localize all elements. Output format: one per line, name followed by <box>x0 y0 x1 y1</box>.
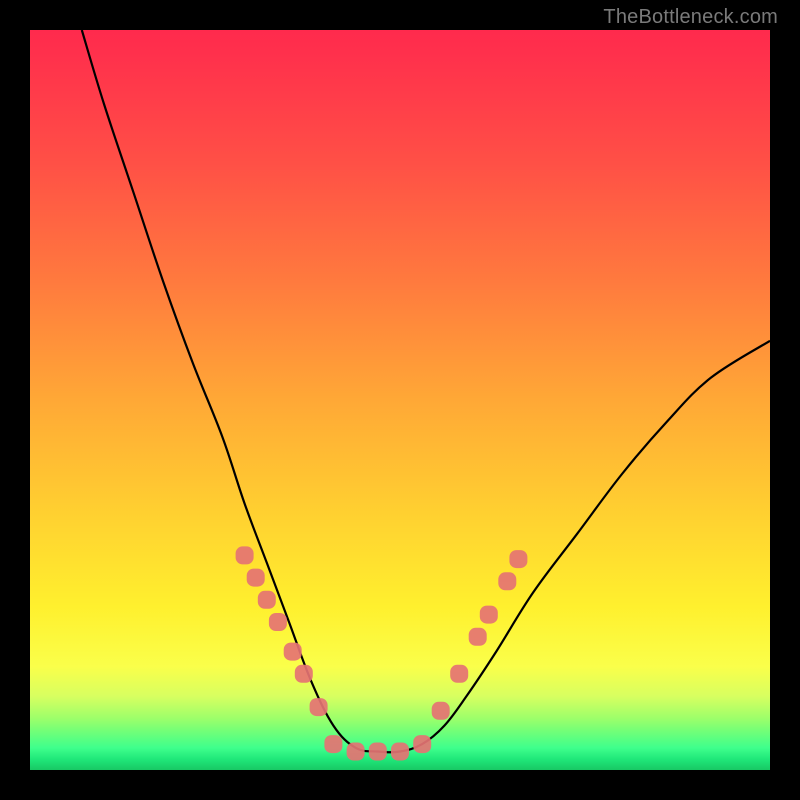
curve-marker <box>498 572 516 590</box>
curve-marker <box>258 591 276 609</box>
curve-marker <box>469 628 487 646</box>
curve-marker <box>413 735 431 753</box>
curve-marker <box>450 665 468 683</box>
curve-marker <box>236 546 254 564</box>
curve-marker <box>432 702 450 720</box>
curve-marker <box>269 613 287 631</box>
curve-marker <box>295 665 313 683</box>
curve-marker <box>284 643 302 661</box>
curve-marker <box>324 735 342 753</box>
curve-marker <box>369 743 387 761</box>
bottleneck-curve <box>82 30 770 752</box>
watermark-text: TheBottleneck.com <box>603 6 778 29</box>
plot-area <box>30 30 770 770</box>
chart-frame: TheBottleneck.com <box>0 0 800 800</box>
curve-marker <box>347 743 365 761</box>
curve-marker <box>480 606 498 624</box>
curve-marker <box>391 743 409 761</box>
marker-group <box>236 546 528 760</box>
curve-marker <box>310 698 328 716</box>
curve-marker <box>247 569 265 587</box>
curve-marker <box>509 550 527 568</box>
curve-layer <box>30 30 770 770</box>
